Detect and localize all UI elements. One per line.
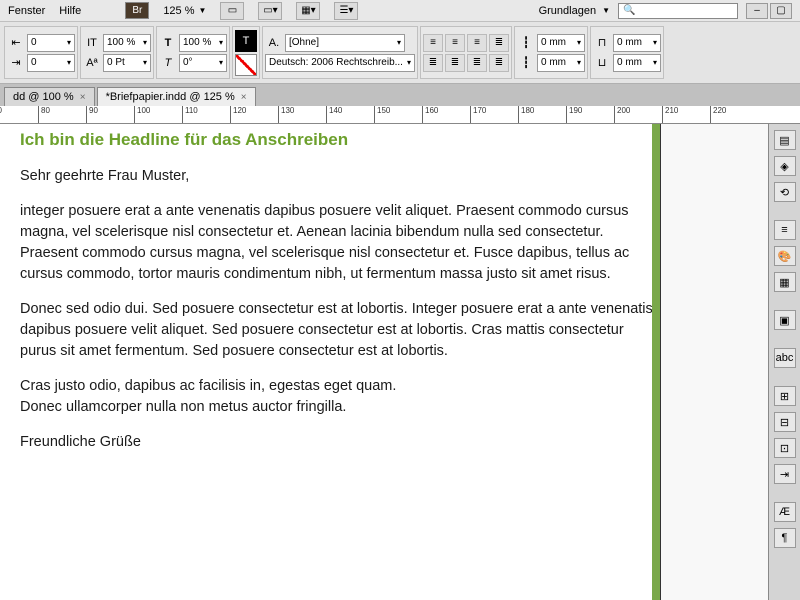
close-icon[interactable]: ×: [241, 92, 247, 103]
arrange-icon[interactable]: ▦▾: [296, 2, 320, 20]
paragraph-3: Cras justo odio, dapibus ac facilisis in…: [20, 376, 658, 397]
pages-panel-icon[interactable]: ▤: [774, 130, 796, 150]
maximize-button[interactable]: ▢: [770, 3, 792, 19]
cell-styles-icon[interactable]: ⊟: [774, 412, 796, 432]
space-before-icon: ┇: [517, 34, 535, 52]
indent-field-2[interactable]: 0▾: [27, 54, 75, 72]
pasteboard: [660, 124, 768, 600]
align-right-button[interactable]: ≡: [467, 34, 487, 52]
color-panel-icon[interactable]: 🎨: [774, 246, 796, 266]
menubar: Fenster Hilfe Br 125 %▼ ▭ ▭▾ ▦▾ ☰▾ Grund…: [0, 0, 800, 22]
stroke-panel-icon[interactable]: ≡: [774, 220, 796, 240]
inset-top-field[interactable]: 0 mm▾: [613, 34, 661, 52]
scale-x-field[interactable]: 100 %▾: [103, 34, 151, 52]
justify-left-button[interactable]: ≣: [423, 54, 443, 72]
screen-mode-icon[interactable]: ▭▾: [258, 2, 282, 20]
layers-panel-icon[interactable]: ◈: [774, 156, 796, 176]
menu-fenster[interactable]: Fenster: [8, 5, 45, 17]
char-style-icon: A.: [265, 34, 283, 52]
indent-field[interactable]: 0▾: [27, 34, 75, 52]
view-mode-icon[interactable]: ▭: [220, 2, 244, 20]
skew-icon: T: [159, 54, 177, 72]
fill-icon[interactable]: T: [235, 30, 257, 52]
page-edge-guide: [652, 124, 660, 600]
closing: Freundliche Grüße: [20, 432, 658, 453]
tab-doc-1[interactable]: dd @ 100 %×: [4, 87, 95, 106]
table-styles-icon[interactable]: ⊡: [774, 438, 796, 458]
search-input[interactable]: 🔍: [618, 3, 738, 19]
indent-firstline-icon: ⇥: [7, 54, 25, 72]
space-after-icon: ┇: [517, 54, 535, 72]
document-tabs: dd @ 100 %× *Briefpapier.indd @ 125 %×: [0, 84, 800, 106]
zoom-level[interactable]: 125 %▼: [163, 5, 206, 17]
inset-bottom-field[interactable]: 0 mm▾: [613, 54, 661, 72]
align-left-button[interactable]: ≡: [423, 34, 443, 52]
skew-field[interactable]: 0°▾: [179, 54, 227, 72]
paragraph-2: Donec sed odio dui. Sed posuere consecte…: [20, 299, 658, 362]
menu-hilfe[interactable]: Hilfe: [59, 5, 81, 17]
links-panel-icon[interactable]: ⟲: [774, 182, 796, 202]
inset-top-icon: ⊓: [593, 34, 611, 52]
scale-y-field[interactable]: 100 %▾: [179, 34, 227, 52]
justify-center-button[interactable]: ≣: [445, 54, 465, 72]
horizontal-ruler[interactable]: 7080901001101201301401501601701801902002…: [0, 106, 800, 124]
document-canvas[interactable]: Ich bin die Headline für das Anschreiben…: [0, 124, 768, 600]
scale-y-icon: T: [159, 34, 177, 52]
space-before-field[interactable]: 0 mm▾: [537, 34, 585, 52]
justify-right-button[interactable]: ≣: [467, 54, 487, 72]
options-icon[interactable]: ☰▾: [334, 2, 358, 20]
body-text-frame[interactable]: Sehr geehrte Frau Muster, integer posuer…: [20, 166, 658, 453]
close-icon[interactable]: ×: [80, 92, 86, 103]
inset-bottom-icon: ⊔: [593, 54, 611, 72]
control-panel: ⇤0▾ ⇥0▾ IT100 %▾ Aª0 Pt▾ T100 %▾ T0°▾ T …: [0, 22, 800, 84]
char-style-field[interactable]: [Ohne]▾: [285, 34, 405, 52]
minimize-button[interactable]: –: [746, 3, 768, 19]
baseline-field[interactable]: 0 Pt▾: [103, 54, 151, 72]
salutation: Sehr geehrte Frau Muster,: [20, 166, 658, 187]
swatches-panel-icon[interactable]: ▦: [774, 272, 796, 292]
baseline-icon: Aª: [83, 54, 101, 72]
align-center-button[interactable]: ≡: [445, 34, 465, 52]
language-field[interactable]: Deutsch: 2006 Rechtschreib...▾: [265, 54, 415, 72]
space-after-field[interactable]: 0 mm▾: [537, 54, 585, 72]
scale-x-icon: IT: [83, 34, 101, 52]
tabs-panel-icon[interactable]: ⇥: [774, 464, 796, 484]
char-styles-icon[interactable]: abc: [774, 348, 796, 368]
bridge-badge[interactable]: Br: [125, 2, 149, 19]
object-styles-icon[interactable]: ▣: [774, 310, 796, 330]
justify-all-button[interactable]: ≣: [489, 54, 509, 72]
paragraph-1: integer posuere erat a ante venenatis da…: [20, 201, 658, 285]
stroke-none-icon[interactable]: [235, 54, 257, 76]
panel-dock: ▤ ◈ ⟲ ≡ 🎨 ▦ ▣ abc ⊞ ⊟ ⊡ ⇥ Æ ¶: [768, 124, 800, 600]
justify-full-button[interactable]: ≣: [489, 34, 509, 52]
headline-text[interactable]: Ich bin die Headline für das Anschreiben: [20, 130, 658, 150]
tab-doc-2[interactable]: *Briefpapier.indd @ 125 %×: [97, 87, 256, 106]
workspace-selector[interactable]: Grundlagen▼: [539, 5, 610, 17]
indent-left-icon: ⇤: [7, 34, 25, 52]
glyphs-panel-icon[interactable]: Æ: [774, 502, 796, 522]
story-panel-icon[interactable]: ¶: [774, 528, 796, 548]
table-panel-icon[interactable]: ⊞: [774, 386, 796, 406]
paragraph-4: Donec ullamcorper nulla non metus auctor…: [20, 397, 658, 418]
